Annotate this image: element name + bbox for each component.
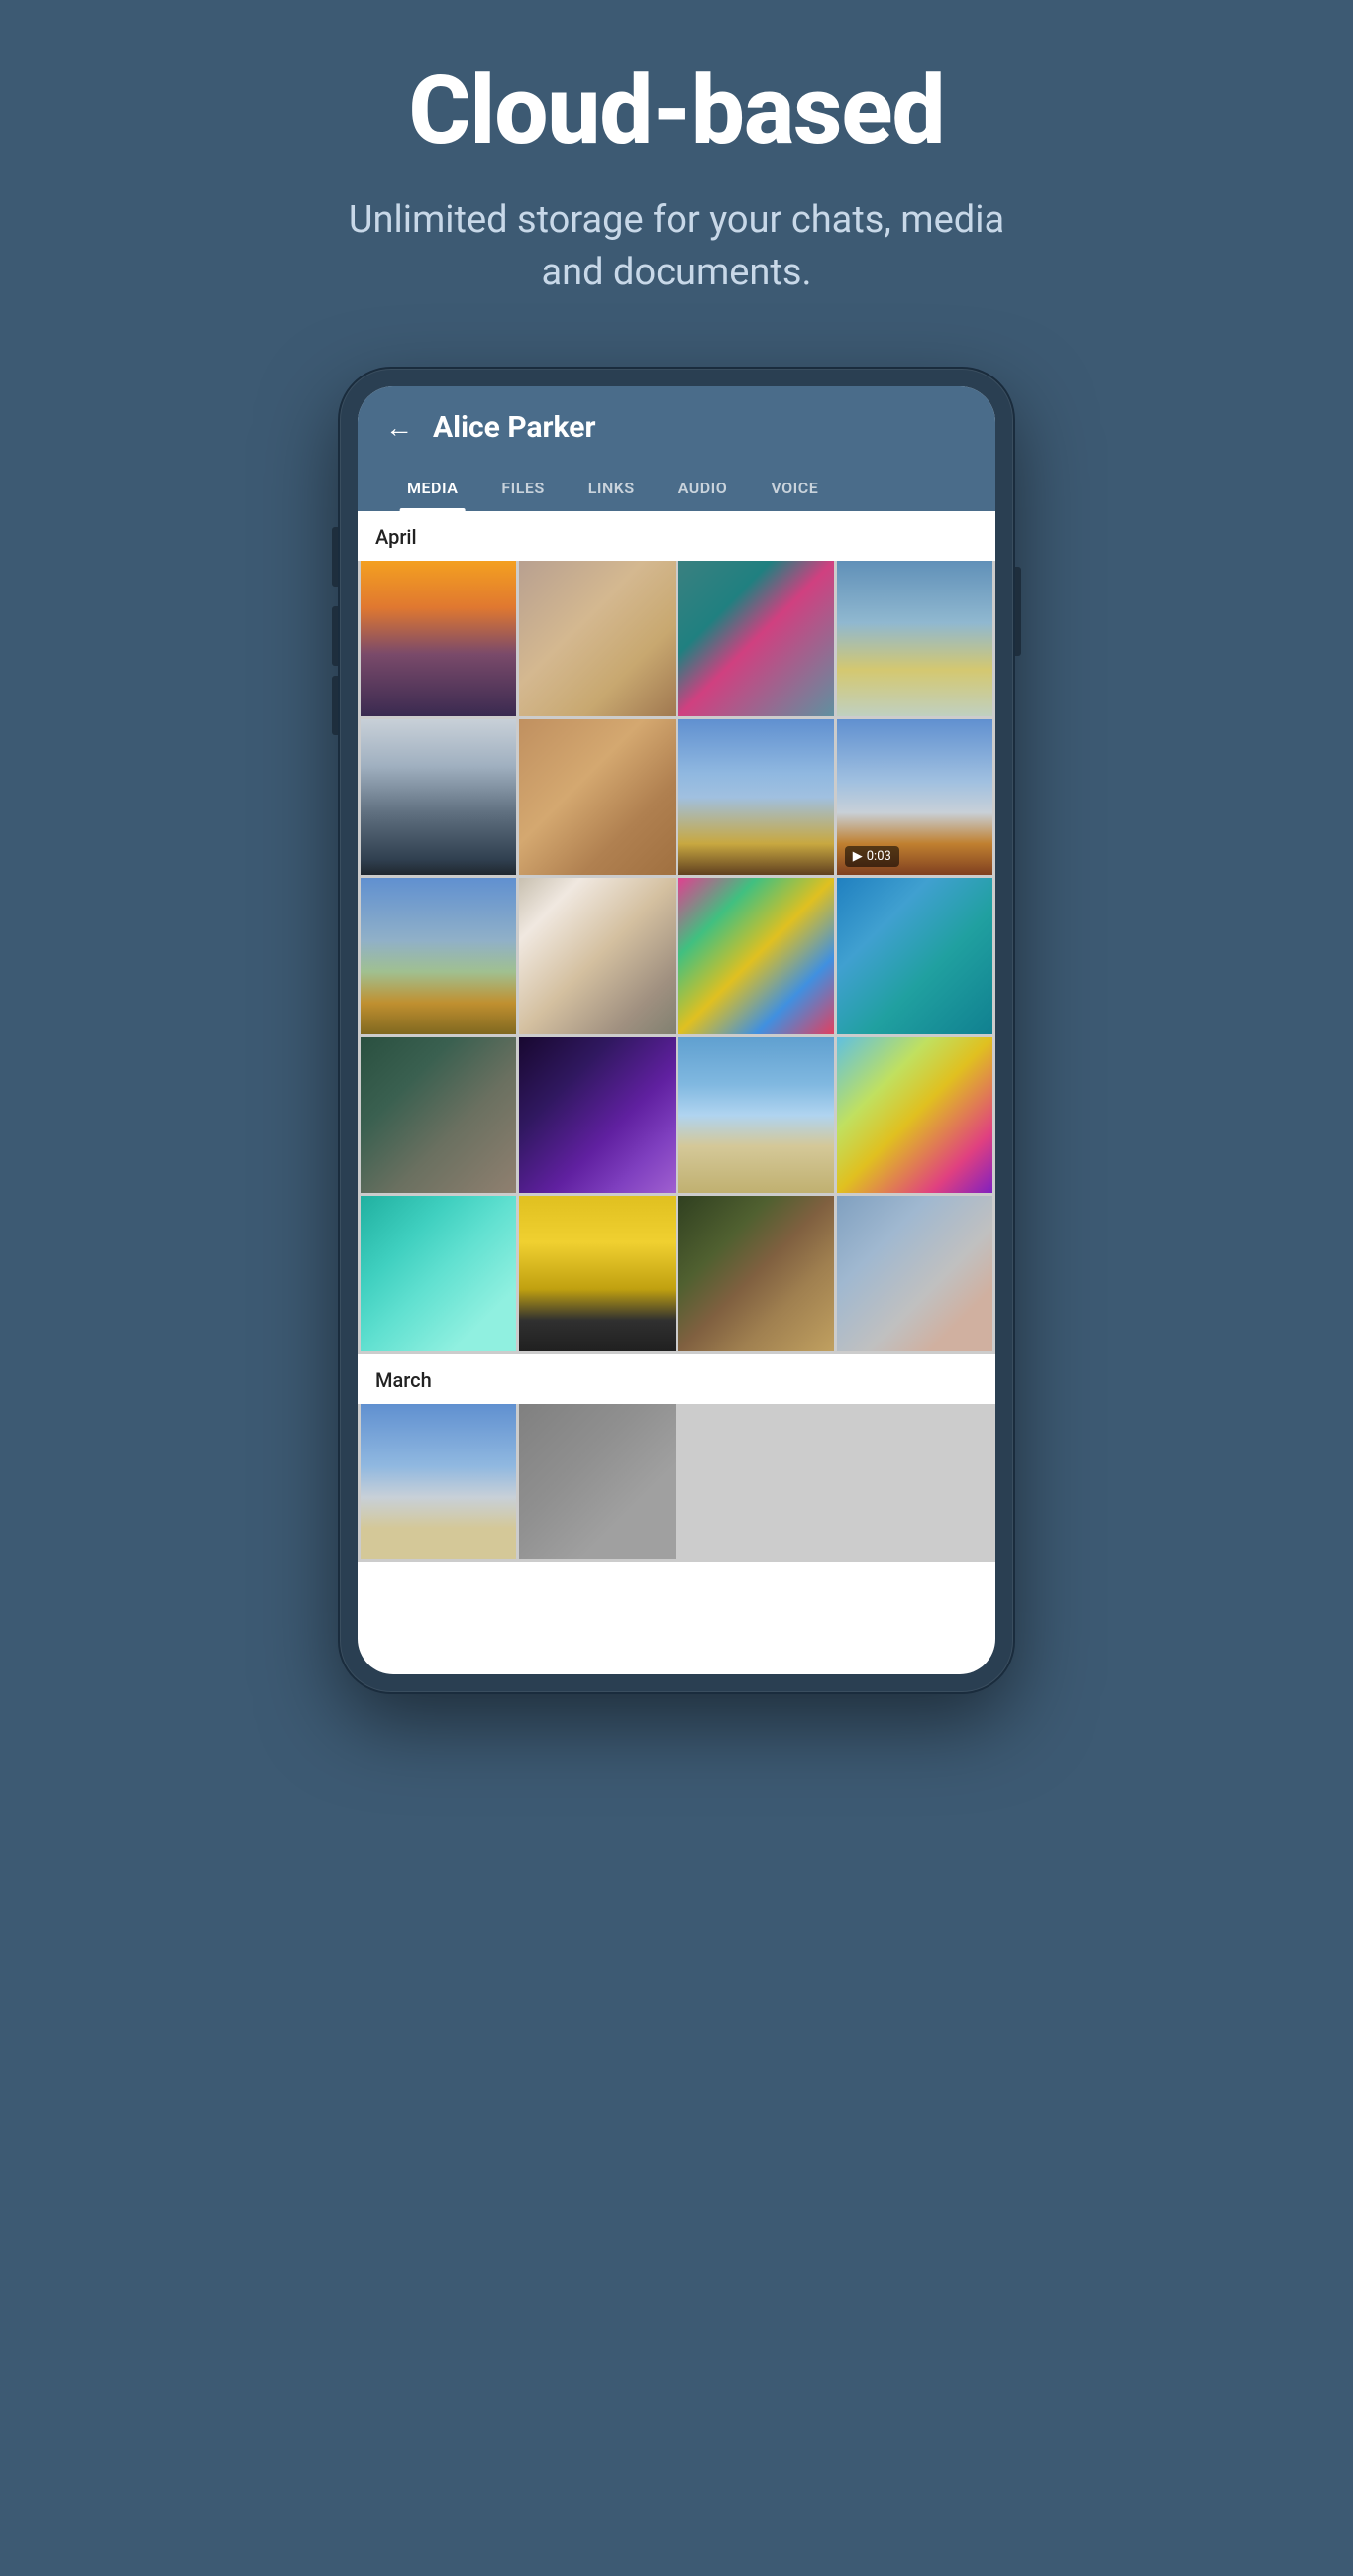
photo-item[interactable] <box>678 1037 834 1193</box>
header-nav: ← Alice Parker <box>385 410 968 465</box>
photo-item[interactable] <box>678 1196 834 1351</box>
page-title: Cloud-based <box>409 59 945 164</box>
photo-grid-march <box>358 1404 995 1562</box>
phone-screen: ← Alice Parker MEDIA FILES LINKS AUDIO V… <box>358 386 995 1674</box>
photo-item[interactable] <box>678 878 834 1033</box>
photo-item[interactable] <box>519 719 675 875</box>
phone-frame: ← Alice Parker MEDIA FILES LINKS AUDIO V… <box>340 369 1013 1692</box>
tab-voice[interactable]: VOICE <box>749 465 840 511</box>
photo-item[interactable] <box>361 1404 516 1559</box>
tab-audio[interactable]: AUDIO <box>657 465 750 511</box>
photo-grid-april: ▶ 0:03 <box>358 561 995 1354</box>
photo-item[interactable] <box>519 1196 675 1351</box>
photo-item[interactable] <box>361 878 516 1033</box>
photo-item[interactable] <box>519 878 675 1033</box>
photo-item[interactable] <box>837 1037 992 1193</box>
photo-item[interactable] <box>361 719 516 875</box>
photo-item[interactable] <box>519 1037 675 1193</box>
month-label-april: April <box>358 511 995 561</box>
tab-files[interactable]: FILES <box>479 465 566 511</box>
play-icon: ▶ <box>853 849 863 864</box>
month-label-march: March <box>358 1354 995 1404</box>
photo-item[interactable] <box>837 561 992 716</box>
video-item[interactable]: ▶ 0:03 <box>837 719 992 875</box>
photo-item[interactable] <box>519 1404 675 1559</box>
tab-links[interactable]: LINKS <box>567 465 657 511</box>
photo-item[interactable] <box>361 1196 516 1351</box>
phone-mockup: ← Alice Parker MEDIA FILES LINKS AUDIO V… <box>340 369 1013 1692</box>
back-button[interactable]: ← <box>385 411 413 444</box>
photo-item[interactable] <box>361 561 516 716</box>
photo-item[interactable] <box>519 561 675 716</box>
hero-subtitle: Unlimited storage for your chats, media … <box>330 194 1023 299</box>
photo-item[interactable] <box>837 1196 992 1351</box>
tabs-row: MEDIA FILES LINKS AUDIO VOICE <box>385 465 968 511</box>
app-header: ← Alice Parker MEDIA FILES LINKS AUDIO V… <box>358 386 995 511</box>
contact-name-title: Alice Parker <box>433 410 595 445</box>
photo-item[interactable] <box>678 561 834 716</box>
media-content: April ▶ 0:03 <box>358 511 995 1563</box>
photo-item[interactable] <box>837 878 992 1033</box>
video-duration-badge: ▶ 0:03 <box>845 846 899 867</box>
photo-item[interactable] <box>678 719 834 875</box>
photo-item[interactable] <box>361 1037 516 1193</box>
tab-media[interactable]: MEDIA <box>385 465 479 511</box>
video-duration: 0:03 <box>867 849 891 864</box>
